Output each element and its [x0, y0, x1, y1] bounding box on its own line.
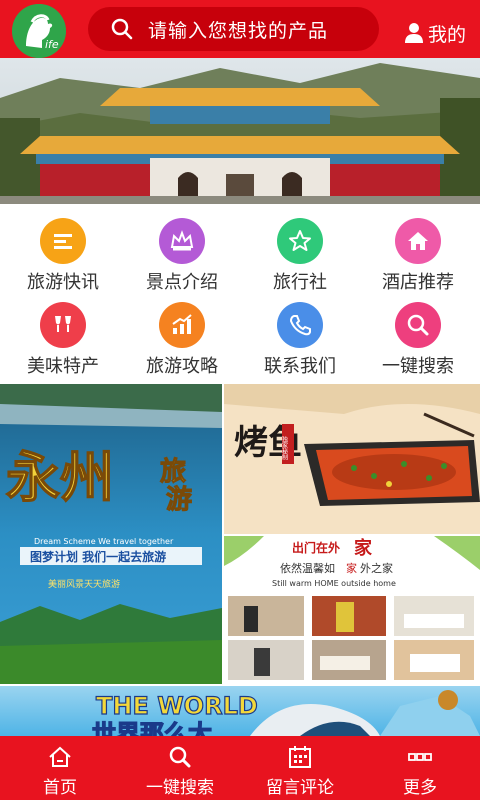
fish-seal: 独家秘制 — [281, 435, 288, 461]
home-heading-big: 家 — [354, 537, 373, 559]
grid-item-quick-search[interactable]: 一键搜索 — [358, 294, 478, 380]
grid-item-label: 一键搜索 — [382, 356, 454, 377]
phone-icon — [277, 302, 323, 348]
grid-item-contact[interactable]: 联系我们 — [240, 294, 360, 380]
home-line-cn-b: 家 — [346, 561, 357, 575]
world-chinese: 世界那么大 — [92, 720, 212, 736]
nav-home-label: 首页 — [43, 778, 77, 798]
bar-chart-icon — [159, 302, 205, 348]
poster-title-b: 旅 — [160, 457, 186, 487]
nav-home[interactable]: 首页 — [0, 736, 120, 800]
grid-item-attractions[interactable]: 景点介绍 — [122, 210, 242, 296]
promo-grilled-fish[interactable]: 烤鱼 独家秘制 — [224, 384, 480, 534]
poster-title-main: 永州 — [6, 446, 114, 509]
logo-text: ife — [45, 38, 59, 51]
grid-item-label: 旅行社 — [273, 272, 327, 293]
bottom-navigation: 首页 一键搜索 留言评论 更多 — [0, 736, 480, 800]
nav-search-label: 一键搜索 — [146, 778, 214, 798]
hero-banner[interactable] — [0, 58, 480, 204]
grid-item-guides[interactable]: 旅游攻略 — [122, 294, 242, 380]
grilled-fish-image: 烤鱼 独家秘制 — [224, 384, 480, 534]
temple-photo — [0, 58, 480, 204]
crown-icon — [159, 218, 205, 264]
world-banner-image: THE WORLD 世界那么大 — [0, 686, 480, 736]
grid-item-label: 景点介绍 — [146, 272, 218, 293]
home-line-en: Still warm HOME outside home — [272, 579, 396, 588]
top-header: ife 请输入您想找的产品 我的 — [0, 0, 480, 58]
search-icon — [111, 18, 133, 40]
category-grid: 旅游快讯 景点介绍 旅行社 酒店推荐 美味特产 旅游攻略 联系我们 一键搜索 — [0, 210, 480, 382]
search-bar[interactable]: 请输入您想找的产品 — [88, 7, 379, 51]
nav-search[interactable]: 一键搜索 — [120, 736, 240, 800]
user-icon — [405, 23, 423, 43]
promo-world-banner[interactable]: THE WORLD 世界那么大 — [0, 686, 480, 736]
grid-item-specialties[interactable]: 美味特产 — [3, 294, 123, 380]
nav-more[interactable]: 更多 — [360, 736, 480, 800]
grid-item-label: 旅游快讯 — [27, 272, 99, 293]
nav-more-label: 更多 — [403, 778, 437, 798]
home-heading: 出门在外 — [292, 540, 340, 555]
profile-button[interactable]: 我的 — [404, 18, 466, 48]
poster-title-c: 游 — [166, 485, 192, 515]
more-grid-icon — [408, 753, 432, 761]
world-english: THE WORLD — [96, 692, 258, 720]
home-icon — [395, 218, 441, 264]
app-logo[interactable]: ife — [12, 4, 66, 58]
travel-poster-image: 永州 旅 游 Dream Scheme We travel together 图… — [0, 384, 222, 684]
promo-hotel[interactable]: 出门在外 家 依然温馨如 家 外之家 Still warm HOME outsi… — [224, 536, 480, 684]
search-icon — [169, 746, 191, 768]
grid-item-label: 旅游攻略 — [146, 356, 218, 377]
home-line-cn-c: 外之家 — [360, 561, 393, 575]
grid-item-label: 美味特产 — [27, 356, 99, 377]
grid-item-hotels[interactable]: 酒店推荐 — [358, 210, 478, 296]
nav-comments-label: 留言评论 — [266, 778, 334, 798]
nav-comments[interactable]: 留言评论 — [240, 736, 360, 800]
profile-label: 我的 — [428, 23, 467, 46]
search-icon — [395, 302, 441, 348]
wine-glasses-icon — [40, 302, 86, 348]
poster-english: Dream Scheme We travel together — [34, 537, 174, 546]
logo-icon: ife — [12, 4, 66, 58]
calendar-icon — [289, 746, 311, 768]
star-icon — [277, 218, 323, 264]
promo-travel-poster[interactable]: 永州 旅 游 Dream Scheme We travel together 图… — [0, 384, 222, 684]
grid-item-label: 联系我们 — [264, 356, 336, 377]
grid-item-label: 酒店推荐 — [382, 272, 454, 293]
hotel-promo-image: 出门在外 家 依然温馨如 家 外之家 Still warm HOME outsi… — [224, 536, 480, 684]
home-outline-icon — [49, 746, 71, 767]
search-placeholder: 请输入您想找的产品 — [148, 19, 329, 42]
poster-tagline: 美丽风景天天旅游 — [48, 578, 120, 590]
news-list-icon — [40, 218, 86, 264]
poster-slogan: 图梦计划 我们一起去旅游 — [30, 549, 166, 564]
grid-item-travel-agency[interactable]: 旅行社 — [240, 210, 360, 296]
grid-item-travel-news[interactable]: 旅游快讯 — [3, 210, 123, 296]
home-line-cn-a: 依然温馨如 — [280, 561, 335, 575]
